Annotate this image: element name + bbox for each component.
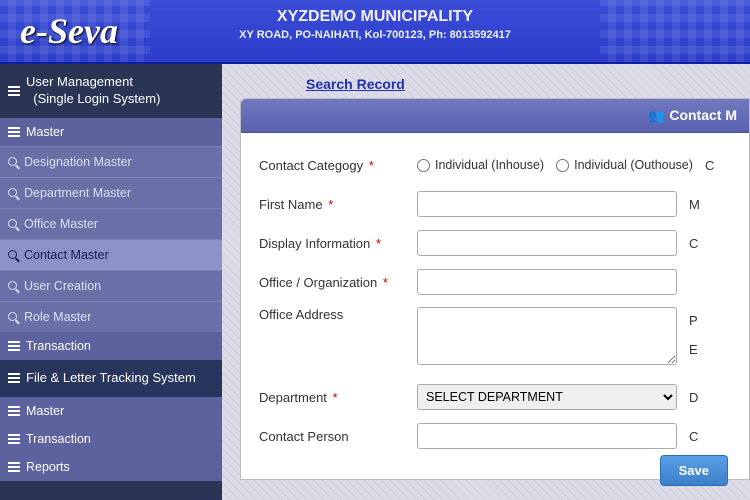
menu-icon [8,373,20,383]
first-name-input[interactable] [417,191,677,217]
label-office-org: Office / Organization * [259,275,417,290]
sidebar-item-role-master[interactable]: Role Master [0,301,222,332]
sidebar-item-user-creation[interactable]: User Creation [0,270,222,301]
sidebar-group-transaction-2[interactable]: Transaction [0,425,222,453]
panel-header: 👥 Contact M [241,99,749,133]
sidebar-item-contact-master[interactable]: Contact Master [0,239,222,270]
office-address-input[interactable] [417,307,677,365]
label-department: Department * [259,390,417,405]
search-icon [8,281,17,290]
users-icon: 👥 [648,108,664,124]
save-button[interactable]: Save [660,455,728,486]
nav-item-label: Role Master [24,310,91,324]
radio-outhouse[interactable]: Individual (Outhouse) [556,158,693,172]
municipality-info: XYZDEMO MUNICIPALITY XY ROAD, PO-NAIHATI… [239,8,511,41]
label-cutoff: C [689,236,698,251]
sidebar-group-master[interactable]: Master [0,118,222,146]
panel-body: Contact Categogy * Individual (Inhouse) … [241,133,749,479]
search-icon [8,250,17,259]
nav-item-label: Department Master [24,186,131,200]
sidebar-group-transaction[interactable]: Transaction [0,332,222,360]
menu-icon [8,86,20,96]
radio-cutoff: C [705,158,714,173]
sidebar-group-reports[interactable]: Reports [0,453,222,481]
radio-outhouse-input[interactable] [556,159,569,172]
sidebar-section-user-management[interactable]: User Management (Single Login System) [0,64,222,118]
nav-section-subtitle: (Single Login System) [33,91,160,106]
nav-item-label: Contact Master [24,248,109,262]
label-first-name: First Name * [259,197,417,212]
nav-section-title: File & Letter Tracking System [26,370,196,387]
label-display-info: Display Information * [259,236,417,251]
sidebar-item-office-master[interactable]: Office Master [0,208,222,239]
nav-section-title: User Management [26,74,133,89]
nav-group-label: Reports [26,460,70,474]
municipality-name: XYZDEMO MUNICIPALITY [239,8,511,26]
label-cutoff: D [689,390,698,405]
app-logo: e-Seva [0,0,138,62]
app-header: e-Seva XYZDEMO MUNICIPALITY XY ROAD, PO-… [0,0,750,64]
menu-icon [8,406,20,416]
search-record-link[interactable]: Search Record [306,76,405,92]
municipality-address: XY ROAD, PO-NAIHATI, Kol-700123, Ph: 801… [239,29,511,41]
search-icon [8,188,17,197]
contact-person-input[interactable] [417,423,677,449]
search-icon [8,157,17,166]
sidebar-section-file-tracking[interactable]: File & Letter Tracking System [0,360,222,397]
search-icon [8,219,17,228]
menu-icon [8,127,20,137]
label-cutoff: C [689,429,698,444]
nav-item-label: User Creation [24,279,101,293]
nav-group-label: Transaction [26,432,91,446]
menu-icon [8,434,20,444]
nav-group-label: Transaction [26,339,91,353]
department-select[interactable]: SELECT DEPARTMENT [417,384,677,410]
radio-inhouse-input[interactable] [417,159,430,172]
content-area: Search Record 👥 Contact M Contact Categog… [222,64,750,500]
sidebar: User Management (Single Login System) Ma… [0,64,222,500]
sidebar-item-department-master[interactable]: Department Master [0,177,222,208]
panel-title: Contact M [669,107,737,123]
office-org-input[interactable] [417,269,677,295]
nav-group-label: Master [26,125,64,139]
nav-item-label: Designation Master [24,155,132,169]
search-icon [8,312,17,321]
label-office-addr: Office Address [259,307,417,322]
nav-group-label: Master [26,404,64,418]
label-cutoff: E [689,336,698,365]
radio-inhouse[interactable]: Individual (Inhouse) [417,158,544,172]
label-cutoff: P [689,307,698,336]
contact-master-panel: 👥 Contact M Contact Categogy * Individual… [240,98,750,480]
sidebar-item-designation-master[interactable]: Designation Master [0,146,222,177]
menu-icon [8,341,20,351]
menu-icon [8,462,20,472]
label-cutoff: M [689,197,700,212]
sidebar-group-master-2[interactable]: Master [0,397,222,425]
label-category: Contact Categogy * [259,158,417,173]
label-contact-person: Contact Person [259,429,417,444]
nav-item-label: Office Master [24,217,98,231]
display-info-input[interactable] [417,230,677,256]
